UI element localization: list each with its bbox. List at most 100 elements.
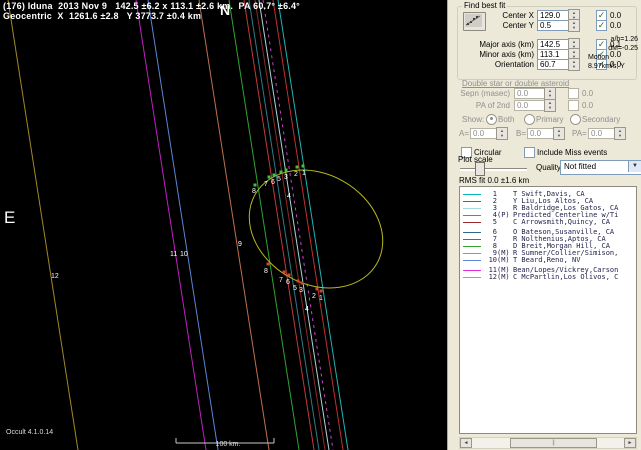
chord-line-5 — [255, 0, 325, 450]
chord-color-swatch — [463, 194, 481, 195]
chord-color-swatch — [463, 201, 481, 202]
observer-list[interactable]: 1T Swift,Davis, CA2Y Liu,Los Altos, CA3R… — [459, 186, 637, 434]
sepn-input[interactable]: 0.0 — [514, 88, 546, 99]
chord-number-label: 5 — [293, 285, 297, 292]
quality-dropdown[interactable]: Not fitted ▼ — [560, 160, 641, 175]
chord-number-label: 6 — [286, 279, 290, 286]
axis-ratio-value: a/b=1.26 — [588, 35, 638, 44]
fit-control-panel: Find best fit Center X129.00.0Center Y0.… — [447, 0, 641, 450]
plot-scale-slider-track[interactable] — [460, 168, 527, 171]
chord-number-label: 1 — [302, 170, 306, 177]
observer-number: 12 — [484, 274, 497, 281]
chord-number-label: 3 — [284, 174, 288, 181]
fit-row-rms-value: 0.0 — [610, 11, 621, 20]
north-direction-label: N — [220, 2, 230, 18]
chord-color-swatch — [463, 270, 481, 271]
plot-scale-slider-thumb[interactable] — [475, 162, 485, 176]
chord-color-swatch — [463, 215, 481, 216]
motion-label: Motion — [588, 53, 638, 62]
chord-number-label: 2 — [294, 171, 298, 178]
chord-entry-marker — [280, 171, 283, 174]
pa2-input[interactable]: 0.0 — [514, 100, 546, 111]
plot-title-line1: (176) Iduna 2013 Nov 9 142.5 ±6.2 x 113.… — [3, 1, 300, 11]
chord-entry-marker — [296, 166, 299, 169]
chord-color-swatch — [463, 253, 481, 254]
observer-name: T Beard,Reno, NV — [513, 257, 580, 264]
chord-line-10 — [148, 0, 218, 450]
observer-row[interactable]: 12(M)C McPartlin,Los Olivos, C — [460, 274, 636, 281]
a-input[interactable]: 0.0 — [470, 128, 498, 139]
chord-number-label: 11 — [170, 251, 177, 258]
chord-color-swatch — [463, 232, 481, 233]
pa2-rms: 0.0 — [582, 101, 593, 110]
chord-exit-marker — [320, 290, 323, 293]
fit-row-checkbox[interactable] — [596, 20, 607, 31]
observer-number: 10 — [484, 257, 497, 264]
fit-row-label: Major axis (km) — [456, 40, 534, 49]
chord-number-label: 8 — [264, 268, 268, 275]
pa-input[interactable]: 0.0 — [588, 128, 616, 139]
fit-row-input[interactable]: 60.7 — [537, 59, 570, 70]
observer-row[interactable]: 10(M)T Beard,Reno, NV — [460, 257, 636, 264]
east-direction-label: E — [4, 208, 15, 228]
fit-row-rms-value: 0.0 — [610, 21, 621, 30]
chord-number-label: 1 — [319, 295, 323, 302]
chord-exit-marker — [283, 271, 286, 274]
show-label: Show: — [462, 115, 484, 124]
radio-both-label: Both — [498, 115, 514, 124]
chord-color-swatch — [463, 246, 481, 247]
list-horizontal-scrollbar[interactable]: ◄ ║ ► — [459, 437, 637, 449]
fit-row-label: Minor axis (km) — [456, 50, 534, 59]
chord-line-3 — [259, 0, 329, 450]
scroll-left-arrow-icon[interactable]: ◄ — [460, 438, 472, 448]
observer-name: C McPartlin,Los Olivos, C — [513, 274, 618, 281]
pa2-checkbox[interactable] — [568, 100, 579, 111]
b-input[interactable]: 0.0 — [527, 128, 555, 139]
fit-row-spinner[interactable] — [568, 19, 580, 32]
chord-number-label: 2 — [312, 293, 316, 300]
chord-line-11 — [136, 0, 206, 450]
sepn-rms: 0.0 — [582, 89, 593, 98]
fit-row-spinner[interactable] — [568, 58, 580, 71]
chevron-down-icon[interactable]: ▼ — [628, 161, 641, 172]
chord-color-swatch — [463, 208, 481, 209]
rms-fit-label: RMS fit 0.0 ±1.6 km — [459, 176, 529, 185]
occult-window: 87653214876532141211109100 km. (176) Idu… — [0, 0, 641, 450]
chord-line-4 — [263, 0, 333, 450]
chord-line-12 — [8, 0, 78, 450]
chord-exit-marker — [316, 288, 319, 291]
scroll-right-arrow-icon[interactable]: ► — [624, 438, 636, 448]
chord-color-swatch — [463, 277, 481, 278]
chord-exit-marker — [297, 280, 300, 283]
plot-title-line2: Geocentric X 1261.6 ±2.8 Y 3773.7 ±0.4 k… — [3, 11, 201, 21]
chord-number-label: 4 — [287, 193, 291, 200]
observer-number: 5 — [484, 219, 497, 226]
radio-secondary-label: Secondary — [582, 115, 620, 124]
pa-label: PA= — [572, 129, 587, 138]
occultation-plot-area[interactable]: 87653214876532141211109100 km. (176) Idu… — [0, 0, 447, 450]
chord-entry-marker — [273, 174, 276, 177]
fit-row-label: Orientation — [456, 60, 534, 69]
b-label: B= — [516, 129, 526, 138]
include-miss-checkbox[interactable] — [524, 147, 535, 158]
fit-row-input[interactable]: 0.5 — [537, 20, 570, 31]
radio-primary-label: Primary — [536, 115, 564, 124]
a-label: A= — [459, 129, 469, 138]
scrollbar-thumb[interactable]: ║ — [510, 438, 597, 448]
sepn-checkbox[interactable] — [568, 88, 579, 99]
chord-number-label: 10 — [180, 251, 188, 258]
chord-line-9 — [199, 0, 269, 450]
radio-both[interactable] — [486, 114, 497, 125]
observer-name: C Arrowsmith,Quincy, CA — [513, 219, 610, 226]
radio-secondary[interactable] — [570, 114, 581, 125]
chord-entry-marker — [254, 184, 257, 187]
chord-color-swatch — [463, 222, 481, 223]
a-spinner[interactable] — [496, 127, 508, 140]
radio-primary[interactable] — [524, 114, 535, 125]
chord-plot-canvas: 87653214876532141211109100 km. — [0, 0, 447, 450]
pa-spinner[interactable] — [614, 127, 626, 140]
fit-stats: a/b=1.26 dM=-0.25 Motion 8.97km/s, Y — [588, 35, 638, 71]
pa2-spinner[interactable] — [544, 99, 556, 112]
observer-row[interactable]: 5 C Arrowsmith,Quincy, CA — [460, 219, 636, 226]
b-spinner[interactable] — [553, 127, 565, 140]
